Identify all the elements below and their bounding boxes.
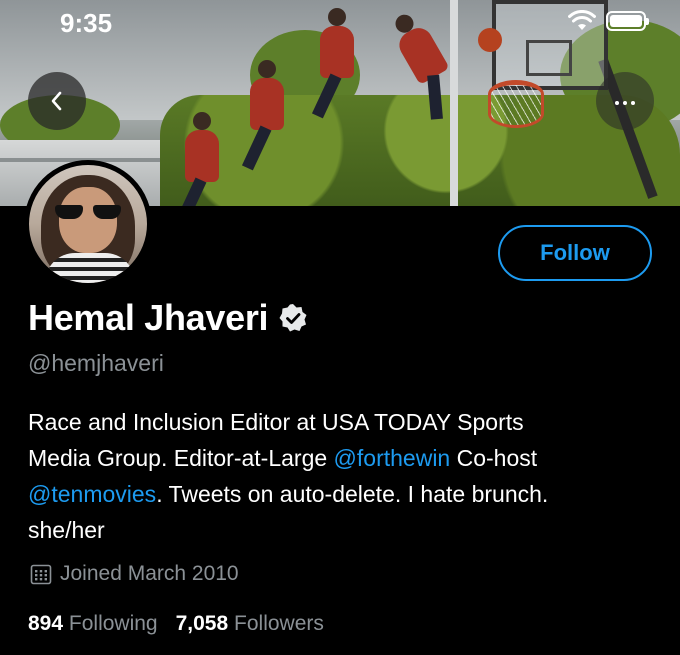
wifi-icon: [568, 10, 596, 30]
player-figure: [320, 8, 354, 78]
follow-button[interactable]: Follow: [498, 225, 652, 281]
bio-text: Co-host: [450, 445, 538, 471]
follow-stats: 894 Following 7,058 Followers: [28, 612, 324, 636]
player-figure: [250, 60, 284, 130]
player-figure: [185, 112, 219, 182]
bio-line: Race and Inclusion Editor at USA TODAY S…: [28, 409, 524, 435]
joined-date-row: Joined March 2010: [30, 562, 239, 586]
ellipsis-icon: [613, 92, 637, 110]
following-label: Following: [68, 612, 158, 635]
mention-link-tenmovies[interactable]: @tenmovies: [28, 481, 156, 507]
joined-date: Joined March 2010: [60, 562, 239, 585]
avatar[interactable]: [24, 160, 152, 288]
avatar-face: [59, 187, 117, 253]
bio-text: . Tweets on auto-delete. I hate brunch.: [156, 481, 549, 507]
hoop-net: [488, 80, 544, 128]
following-stat[interactable]: 894 Following: [28, 612, 158, 636]
avatar-sunglasses: [55, 205, 121, 219]
status-time: 9:35: [60, 8, 113, 38]
profile-handle: @hemjhaveri: [28, 350, 164, 376]
status-icons: [568, 10, 649, 32]
profile-bio: Race and Inclusion Editor at USA TODAY S…: [28, 404, 658, 548]
avatar-shirt: [45, 253, 135, 283]
following-count: 894: [28, 612, 64, 635]
profile-name-row: Hemal Jhaveri: [28, 297, 308, 339]
back-button[interactable]: [28, 72, 86, 130]
battery-icon: [606, 11, 649, 31]
more-options-button[interactable]: [596, 72, 654, 130]
display-name: Hemal Jhaveri: [28, 297, 269, 338]
mention-link-forthewin[interactable]: @forthewin: [334, 445, 451, 471]
banner-post: [450, 0, 458, 206]
followers-label: Followers: [234, 612, 324, 635]
bio-line: Media Group. Editor-at-Large @forthewin …: [28, 440, 658, 476]
bio-text: Media Group. Editor-at-Large: [28, 445, 334, 471]
followers-stat[interactable]: 7,058 Followers: [176, 612, 324, 636]
basketball: [478, 28, 502, 52]
verified-badge-icon[interactable]: [278, 303, 308, 333]
chevron-left-icon: [51, 91, 62, 111]
followers-count: 7,058: [175, 612, 229, 635]
bio-line: @tenmovies. Tweets on auto-delete. I hat…: [28, 476, 658, 512]
bio-line: she/her: [28, 517, 105, 543]
calendar-icon: [30, 564, 52, 585]
